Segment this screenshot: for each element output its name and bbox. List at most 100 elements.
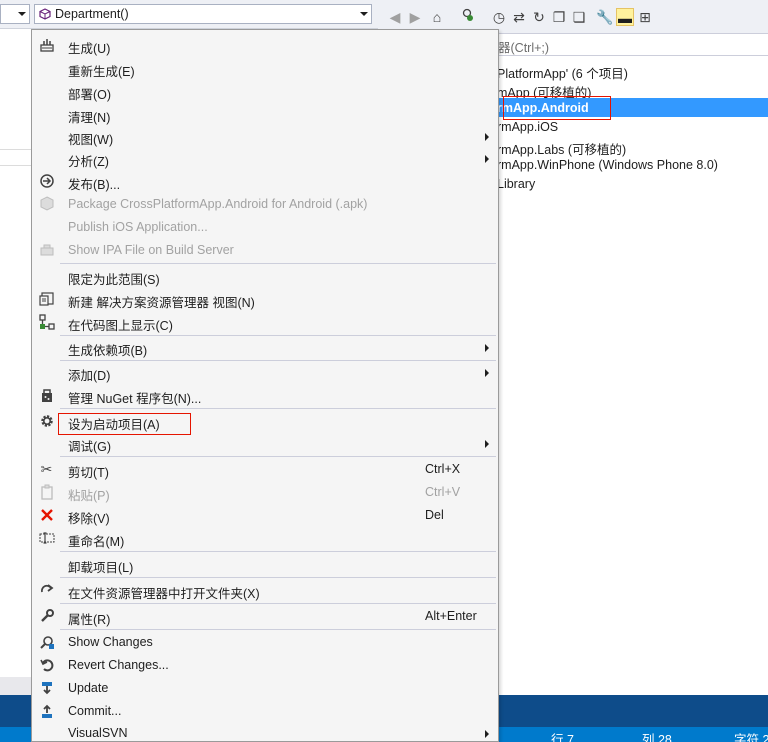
menu-item-label: 剪切(T) xyxy=(68,466,109,480)
method-icon xyxy=(39,8,51,20)
menu-item-label: 新建 解决方案资源管理器 视图(N) xyxy=(68,296,255,310)
forward-icon[interactable]: ▶ xyxy=(406,8,424,26)
menu-item-remove[interactable]: 移除(V) Del xyxy=(32,504,498,527)
menu-item-label: 属性(R) xyxy=(68,613,111,627)
nuget-icon xyxy=(38,387,55,404)
search-placeholder: 器(Ctrl+;) xyxy=(498,41,550,55)
menu-separator xyxy=(60,577,496,578)
menu-item-show-on-code-map[interactable]: 在代码图上显示(C) xyxy=(32,311,498,334)
submenu-arrow-icon xyxy=(485,155,489,163)
menu-item-package-apk[interactable]: Package CrossPlatformApp.Android for And… xyxy=(32,193,498,216)
tree-item-label: rmApp.iOS xyxy=(497,120,559,134)
menu-item-debug[interactable]: 调试(G) xyxy=(32,432,498,455)
menu-item-label: 限定为此范围(S) xyxy=(68,273,160,287)
submenu-arrow-icon xyxy=(485,133,489,141)
menu-item-view[interactable]: 视图(W) xyxy=(32,125,498,148)
menu-item-label: Package CrossPlatformApp.Android for And… xyxy=(68,197,368,211)
menu-item-label: 管理 NuGet 程序包(N)... xyxy=(68,392,202,406)
tree-item-label: Library xyxy=(497,177,536,191)
menu-item-shortcut: Ctrl+X xyxy=(425,462,461,476)
class-diagram-icon[interactable]: ⊞ xyxy=(636,8,654,26)
menu-separator xyxy=(60,408,496,409)
build-icon xyxy=(38,37,55,54)
wrench-icon xyxy=(38,608,55,625)
horizontal-scrollbar[interactable] xyxy=(0,677,32,695)
pending-changes-filter-icon[interactable] xyxy=(458,8,476,26)
menu-item-add[interactable]: 添加(D) xyxy=(32,361,498,384)
menu-item-label: VisualSVN xyxy=(68,726,128,740)
menu-separator xyxy=(60,263,496,264)
preview-selected-icon[interactable]: ▬ xyxy=(616,8,634,26)
menu-separator xyxy=(60,456,496,457)
revert-icon xyxy=(38,657,55,674)
package-icon xyxy=(38,196,55,213)
menu-item-update[interactable]: Update xyxy=(32,677,498,700)
open-folder-icon xyxy=(38,582,55,599)
menu-item-build-dependencies[interactable]: 生成依赖项(B) xyxy=(32,336,498,359)
project-context-menu: 生成(U) 重新生成(E) 部署(O) 清理(N) 视图(W) 分析(Z) 发布… xyxy=(31,29,499,742)
menu-item-open-in-explorer[interactable]: 在文件资源管理器中打开文件夹(X) xyxy=(32,579,498,602)
current-line-indicator xyxy=(0,149,32,166)
code-map-icon xyxy=(38,314,55,331)
menu-item-revert-changes[interactable]: Revert Changes... xyxy=(32,654,498,677)
menu-item-label: Revert Changes... xyxy=(68,658,169,672)
menu-item-shortcut: Ctrl+V xyxy=(425,485,461,499)
refresh-icon[interactable]: ↻ xyxy=(530,8,548,26)
menu-item-scope-to-this[interactable]: 限定为此范围(S) xyxy=(32,265,498,288)
code-editor[interactable] xyxy=(0,29,32,677)
highlight-box-android xyxy=(503,96,611,120)
menu-item-properties[interactable]: 属性(R) Alt+Enter xyxy=(32,605,498,628)
back-icon[interactable]: ◀ xyxy=(386,8,404,26)
status-column: 列 28 xyxy=(642,733,672,742)
menu-separator xyxy=(60,551,496,552)
rename-icon xyxy=(38,530,55,547)
menu-item-clean[interactable]: 清理(N) xyxy=(32,103,498,126)
menu-item-show-ipa[interactable]: Show IPA File on Build Server xyxy=(32,239,498,262)
menu-item-rebuild[interactable]: 重新生成(E) xyxy=(32,57,498,80)
menu-item-label: Commit... xyxy=(68,704,122,718)
menu-item-commit[interactable]: Commit... xyxy=(32,700,498,723)
collapse-all-icon[interactable]: ❐ xyxy=(550,8,568,26)
menu-item-visualsvn[interactable]: VisualSVN xyxy=(32,722,498,741)
menu-item-paste[interactable]: 粘贴(P) Ctrl+V xyxy=(32,481,498,504)
menu-item-label: 重新生成(E) xyxy=(68,65,135,79)
menu-item-show-changes[interactable]: Show Changes xyxy=(32,631,498,654)
chevron-down-icon xyxy=(18,12,26,16)
menu-item-label: 卸载项目(L) xyxy=(68,561,134,575)
member-dropdown-value: Department() xyxy=(55,7,129,21)
menu-item-shortcut: Alt+Enter xyxy=(425,609,477,623)
publish-icon xyxy=(38,173,55,190)
properties-icon[interactable]: 🔧 xyxy=(596,8,614,26)
menu-item-cut[interactable]: ✂ 剪切(T) Ctrl+X xyxy=(32,458,498,481)
menu-item-build[interactable]: 生成(U) xyxy=(32,34,498,57)
sync-icon[interactable]: ⇄ xyxy=(510,8,528,26)
type-dropdown[interactable] xyxy=(0,4,30,24)
menu-item-publish-ios[interactable]: Publish iOS Application... xyxy=(32,216,498,239)
submenu-arrow-icon xyxy=(485,369,489,377)
server-icon xyxy=(38,242,55,259)
gear-icon xyxy=(38,413,55,430)
menu-item-rename[interactable]: 重命名(M) xyxy=(32,527,498,550)
menu-separator xyxy=(60,629,496,630)
member-dropdown[interactable]: Department() xyxy=(34,4,372,24)
menu-item-deploy[interactable]: 部署(O) xyxy=(32,80,498,103)
menu-item-label: Publish iOS Application... xyxy=(68,220,208,234)
menu-item-label: 重命名(M) xyxy=(68,535,125,549)
menu-item-analyze[interactable]: 分析(Z) xyxy=(32,147,498,170)
new-view-icon xyxy=(38,291,55,308)
menu-item-label: 发布(B)... xyxy=(68,178,121,192)
submenu-arrow-icon xyxy=(485,344,489,352)
show-all-files-icon[interactable]: ❏ xyxy=(570,8,588,26)
menu-item-new-explorer-view[interactable]: 新建 解决方案资源管理器 视图(N) xyxy=(32,288,498,311)
menu-item-label: 在代码图上显示(C) xyxy=(68,319,173,333)
history-icon[interactable]: ◷ xyxy=(490,8,508,26)
menu-item-manage-nuget[interactable]: 管理 NuGet 程序包(N)... xyxy=(32,384,498,407)
menu-item-unload-project[interactable]: 卸载项目(L) xyxy=(32,553,498,576)
scissors-icon: ✂ xyxy=(40,461,53,477)
menu-item-publish[interactable]: 发布(B)... xyxy=(32,170,498,193)
chevron-down-icon xyxy=(360,12,368,16)
menu-item-label: Update xyxy=(68,681,109,695)
menu-item-label: 添加(D) xyxy=(68,369,111,383)
menu-item-label: Show IPA File on Build Server xyxy=(68,243,234,257)
home-icon[interactable]: ⌂ xyxy=(428,8,446,26)
